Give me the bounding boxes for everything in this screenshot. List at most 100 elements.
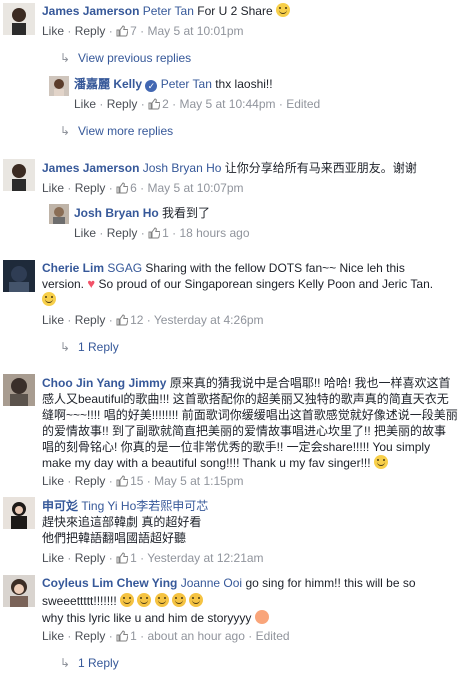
like-button[interactable]: Like bbox=[42, 474, 64, 488]
replies-link[interactable]: ↳ 1 Reply bbox=[60, 655, 119, 671]
like-count-value: 6 bbox=[130, 181, 137, 195]
timestamp[interactable]: May 5 at 10:07pm bbox=[147, 181, 243, 195]
laughing-emoji-icon bbox=[189, 593, 204, 607]
smile-emoji-icon bbox=[275, 3, 290, 17]
thumbs-up-icon bbox=[116, 630, 129, 642]
avatar[interactable] bbox=[49, 76, 69, 96]
commenter-name[interactable]: 潘嘉麗 Kelly bbox=[74, 77, 142, 91]
separator: · bbox=[108, 551, 113, 565]
timestamp[interactable]: May 5 at 1:15pm bbox=[154, 474, 243, 488]
separator: · bbox=[108, 474, 113, 488]
reply-button[interactable]: Reply bbox=[75, 629, 106, 643]
like-count[interactable]: 1 bbox=[148, 226, 169, 240]
avatar-photo bbox=[3, 260, 35, 292]
comment-actions: Like · Reply · 2 · May 5 at 10:44pm · Ed… bbox=[74, 96, 320, 112]
reply-arrow-icon: ↳ bbox=[60, 124, 71, 138]
separator: · bbox=[99, 226, 104, 240]
comment-actions: Like · Reply · 1 · Yesterday at 12:21am bbox=[42, 550, 264, 566]
view-more-replies[interactable]: ↳ View more replies bbox=[60, 123, 173, 139]
mention-link[interactable]: Ting Yi Ho李若熙申可芯 bbox=[81, 499, 208, 513]
like-count-value: 15 bbox=[130, 474, 144, 488]
like-count[interactable]: 7 bbox=[116, 24, 137, 38]
like-button[interactable]: Like bbox=[42, 24, 64, 38]
comment-text-line: 原来真的猜我说中是合唱耶!! 哈哈! 我也一样喜欢这首 bbox=[169, 376, 451, 390]
mention-link[interactable]: Josh Bryan Ho bbox=[143, 161, 222, 175]
edited-label[interactable]: Edited bbox=[256, 629, 290, 643]
like-count[interactable]: 12 bbox=[116, 313, 143, 327]
avatar[interactable] bbox=[3, 260, 35, 292]
smile-emoji-icon bbox=[42, 292, 56, 306]
reply-button[interactable]: Reply bbox=[107, 97, 138, 111]
commenter-name[interactable]: 申可彣 bbox=[42, 499, 78, 513]
avatar[interactable] bbox=[49, 204, 69, 224]
edited-label[interactable]: Edited bbox=[286, 97, 320, 111]
thumbs-up-icon bbox=[148, 98, 161, 110]
timestamp[interactable]: 18 hours ago bbox=[179, 226, 249, 240]
separator: · bbox=[140, 97, 145, 111]
commenter-name[interactable]: Cherie Lim bbox=[42, 261, 104, 275]
avatar[interactable] bbox=[3, 575, 35, 607]
commenter-name[interactable]: James Jamerson bbox=[42, 4, 139, 18]
comment-text-line: 感人又beautiful的歌曲!!! 这首歌搭配你的超美丽又独特的歌声真的简直天… bbox=[42, 392, 449, 406]
view-more-label: View more replies bbox=[78, 124, 174, 138]
timestamp[interactable]: Yesterday at 12:21am bbox=[147, 551, 263, 565]
reply-button[interactable]: Reply bbox=[75, 24, 106, 38]
like-button[interactable]: Like bbox=[74, 97, 96, 111]
like-button[interactable]: Like bbox=[42, 313, 64, 327]
separator: · bbox=[67, 24, 72, 38]
like-count[interactable]: 1 bbox=[116, 551, 137, 565]
laughing-emoji-icon bbox=[172, 593, 187, 607]
like-count[interactable]: 6 bbox=[116, 181, 137, 195]
comment-body: make my day with a beautiful song!!!! Th… bbox=[42, 455, 388, 471]
avatar[interactable] bbox=[3, 3, 35, 35]
like-count[interactable]: 1 bbox=[116, 629, 137, 643]
thumbs-up-icon bbox=[116, 552, 129, 564]
like-count-value: 7 bbox=[130, 24, 137, 38]
reply-button[interactable]: Reply bbox=[75, 313, 106, 327]
mention-link[interactable]: Joanne Ooi bbox=[181, 576, 242, 590]
separator: · bbox=[99, 97, 104, 111]
commenter-name[interactable]: Choo Jin Yang Jimmy bbox=[42, 376, 166, 390]
replies-link[interactable]: ↳ 1 Reply bbox=[60, 339, 119, 355]
reply-count-label: 1 Reply bbox=[78, 340, 119, 354]
comment-body: version. ♥ So proud of our Singaporean s… bbox=[42, 276, 433, 292]
reply-arrow-icon: ↳ bbox=[60, 340, 71, 354]
reply-button[interactable]: Reply bbox=[75, 551, 106, 565]
comment-text-line: 缝啊~~~!!!! 唱的好美!!!!!!!! 前面歌词你缓缓唱出这首歌感觉就好像… bbox=[42, 408, 458, 422]
view-previous-replies[interactable]: ↳ View previous replies bbox=[60, 50, 191, 66]
reply-button[interactable]: Reply bbox=[75, 474, 106, 488]
like-count[interactable]: 15 bbox=[116, 474, 143, 488]
comment-actions: Like · Reply · 1 · about an hour ago · E… bbox=[42, 628, 290, 644]
comment-text-line: make my day with a beautiful song!!!! Th… bbox=[42, 456, 371, 470]
timestamp[interactable]: May 5 at 10:44pm bbox=[179, 97, 275, 111]
timestamp[interactable]: Yesterday at 4:26pm bbox=[154, 313, 264, 327]
reply-button[interactable]: Reply bbox=[107, 226, 138, 240]
separator: · bbox=[108, 181, 113, 195]
smile-emoji-icon bbox=[373, 455, 388, 469]
mention-link[interactable]: SGAG bbox=[107, 261, 142, 275]
timestamp[interactable]: May 5 at 10:01pm bbox=[147, 24, 243, 38]
avatar-photo bbox=[3, 159, 35, 191]
mention-link[interactable]: Peter Tan bbox=[143, 4, 194, 18]
avatar[interactable] bbox=[3, 497, 35, 529]
commenter-name[interactable]: James Jamerson bbox=[42, 161, 139, 175]
commenter-name[interactable]: Josh Bryan Ho bbox=[74, 206, 159, 220]
avatar[interactable] bbox=[3, 159, 35, 191]
comment-text-line: version. bbox=[42, 277, 85, 291]
like-button[interactable]: Like bbox=[74, 226, 96, 240]
separator: · bbox=[67, 551, 72, 565]
like-button[interactable]: Like bbox=[42, 629, 64, 643]
avatar-photo bbox=[3, 575, 35, 607]
like-button[interactable]: Like bbox=[42, 181, 64, 195]
blushing-emoji-icon bbox=[254, 610, 269, 624]
like-button[interactable]: Like bbox=[42, 551, 64, 565]
commenter-name[interactable]: Coyleus Lim Chew Ying bbox=[42, 576, 177, 590]
separator: · bbox=[108, 313, 113, 327]
separator: · bbox=[140, 181, 145, 195]
avatar[interactable] bbox=[3, 374, 35, 406]
timestamp[interactable]: about an hour ago bbox=[147, 629, 244, 643]
comment-actions: Like · Reply · 7 · May 5 at 10:01pm bbox=[42, 23, 244, 39]
mention-link[interactable]: Peter Tan bbox=[161, 77, 212, 91]
reply-button[interactable]: Reply bbox=[75, 181, 106, 195]
like-count[interactable]: 2 bbox=[148, 97, 169, 111]
